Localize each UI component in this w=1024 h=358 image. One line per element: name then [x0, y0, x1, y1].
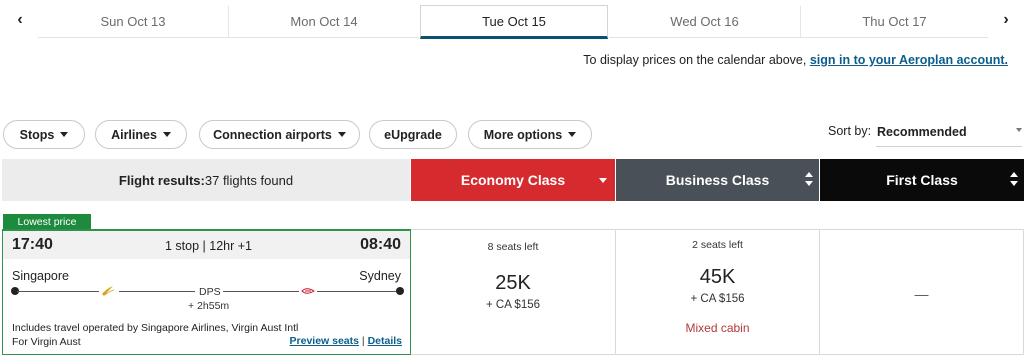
seats-left: 8 seats left	[487, 241, 539, 253]
lowest-price-badge: Lowest price	[3, 214, 91, 230]
stops-filter-button[interactable]: Stops	[3, 120, 85, 149]
airlines-filter-button[interactable]: Airlines	[95, 120, 187, 149]
date-tab-mon-oct-14[interactable]: Mon Oct 14	[229, 6, 419, 38]
preview-seats-link[interactable]: Preview seats	[290, 335, 359, 347]
flight-card[interactable]: 17:40 1 stop | 12hr +1 08:40 Singapore S…	[2, 229, 411, 355]
route-segment	[119, 291, 195, 292]
economy-class-header[interactable]: Economy Class	[411, 159, 615, 201]
sort-by-label: Sort by:	[828, 124, 872, 138]
route-segment	[317, 291, 397, 292]
date-tab-thu-oct-17[interactable]: Thu Oct 17	[801, 6, 988, 38]
stops-filter-label: Stops	[19, 127, 55, 142]
signin-text: To display prices on the calendar above,	[583, 53, 810, 67]
stops-duration: 1 stop | 12hr +1	[165, 239, 252, 253]
no-fare-dash: —	[914, 286, 929, 302]
sort-select-value: Recommended	[877, 125, 967, 139]
fare-cash: + CA $156	[690, 293, 745, 305]
layover-duration: + 2h55m	[188, 300, 230, 312]
mixed-cabin-note: Mixed cabin	[685, 321, 750, 335]
connection-airports-label: Connection airports	[213, 127, 332, 142]
departure-time: 17:40	[12, 236, 53, 253]
arrival-time: 08:40	[360, 236, 401, 253]
operated-by-line: Includes travel operated by Singapore Ai…	[12, 322, 299, 334]
flight-results-header: Flight results: 37 flights found	[2, 159, 410, 201]
results-count: 37 flights found	[204, 172, 294, 188]
fare-cash: + CA $156	[485, 299, 541, 311]
connection-airports-filter-button[interactable]: Connection airports	[199, 120, 360, 149]
operated-by-line: For Virgin Aust	[12, 335, 81, 348]
first-fare-cell: —	[820, 229, 1024, 355]
date-tab-label: Tue Oct 15	[482, 13, 546, 29]
business-fare-cell[interactable]: 2 seats left 45K + CA $156 Mixed cabin	[616, 229, 820, 355]
chevron-left-icon[interactable]: ‹	[10, 8, 30, 32]
destination-city: Sydney	[359, 269, 401, 283]
date-tab-sun-oct-13[interactable]: Sun Oct 13	[38, 6, 228, 38]
caret-down-icon	[337, 132, 346, 137]
flight-card-header: 17:40 1 stop | 12hr +1 08:40	[3, 231, 410, 259]
sort-select[interactable]: Recommended	[876, 118, 1022, 147]
caret-down-icon	[1016, 128, 1022, 132]
caret-down-icon	[60, 132, 69, 137]
airlines-filter-label: Airlines	[111, 127, 157, 142]
sort-arrows-icon	[1010, 172, 1018, 188]
sort-arrows-icon	[805, 172, 813, 188]
caret-down-icon	[599, 178, 607, 183]
route-segment	[223, 291, 299, 292]
flight-links: Preview seats | Details	[290, 335, 402, 347]
signin-prompt: To display prices on the calendar above,…	[583, 53, 1008, 67]
caret-down-icon	[162, 132, 171, 137]
origin-city: Singapore	[12, 269, 69, 283]
date-tab-tue-oct-15[interactable]: Tue Oct 15	[420, 5, 608, 39]
date-tab-label: Mon Oct 14	[290, 14, 358, 29]
singapore-airlines-icon	[101, 285, 115, 301]
route-segment	[17, 291, 99, 292]
eupgrade-label: eUpgrade	[384, 127, 442, 142]
connection-airport: DPS	[199, 286, 221, 298]
seats-left: 2 seats left	[692, 239, 743, 251]
first-class-header[interactable]: First Class	[820, 159, 1024, 201]
caret-down-icon	[568, 132, 577, 137]
date-tab-label: Sun Oct 13	[100, 14, 166, 29]
first-class-label: First Class	[886, 172, 958, 188]
fare-points: 25K	[495, 272, 531, 294]
details-link[interactable]: Details	[368, 335, 402, 347]
more-options-button[interactable]: More options	[468, 120, 592, 149]
economy-fare-cell[interactable]: 8 seats left 25K + CA $156	[411, 229, 616, 355]
more-options-label: More options	[483, 127, 563, 142]
date-tab-wed-oct-16[interactable]: Wed Oct 16	[609, 6, 800, 38]
eupgrade-filter-button[interactable]: eUpgrade	[369, 120, 457, 149]
date-tab-label: Thu Oct 17	[862, 14, 927, 29]
date-bar: ‹ Sun Oct 13 Mon Oct 14 Tue Oct 15 Wed O…	[0, 0, 1024, 40]
operated-by-text: Includes travel operated by Singapore Ai…	[12, 322, 302, 349]
chevron-right-icon[interactable]: ›	[996, 8, 1016, 32]
fare-points: 45K	[699, 266, 736, 288]
results-label: Flight results:	[118, 172, 205, 188]
virgin-australia-icon	[301, 285, 315, 301]
link-separator: |	[361, 335, 365, 347]
economy-class-label: Economy Class	[460, 172, 566, 188]
business-class-label: Business Class	[665, 172, 770, 188]
business-class-header[interactable]: Business Class	[616, 159, 819, 201]
date-tab-label: Wed Oct 16	[670, 14, 739, 29]
signin-link[interactable]: sign in to your Aeroplan account.	[810, 53, 1008, 67]
destination-dot	[396, 287, 404, 295]
